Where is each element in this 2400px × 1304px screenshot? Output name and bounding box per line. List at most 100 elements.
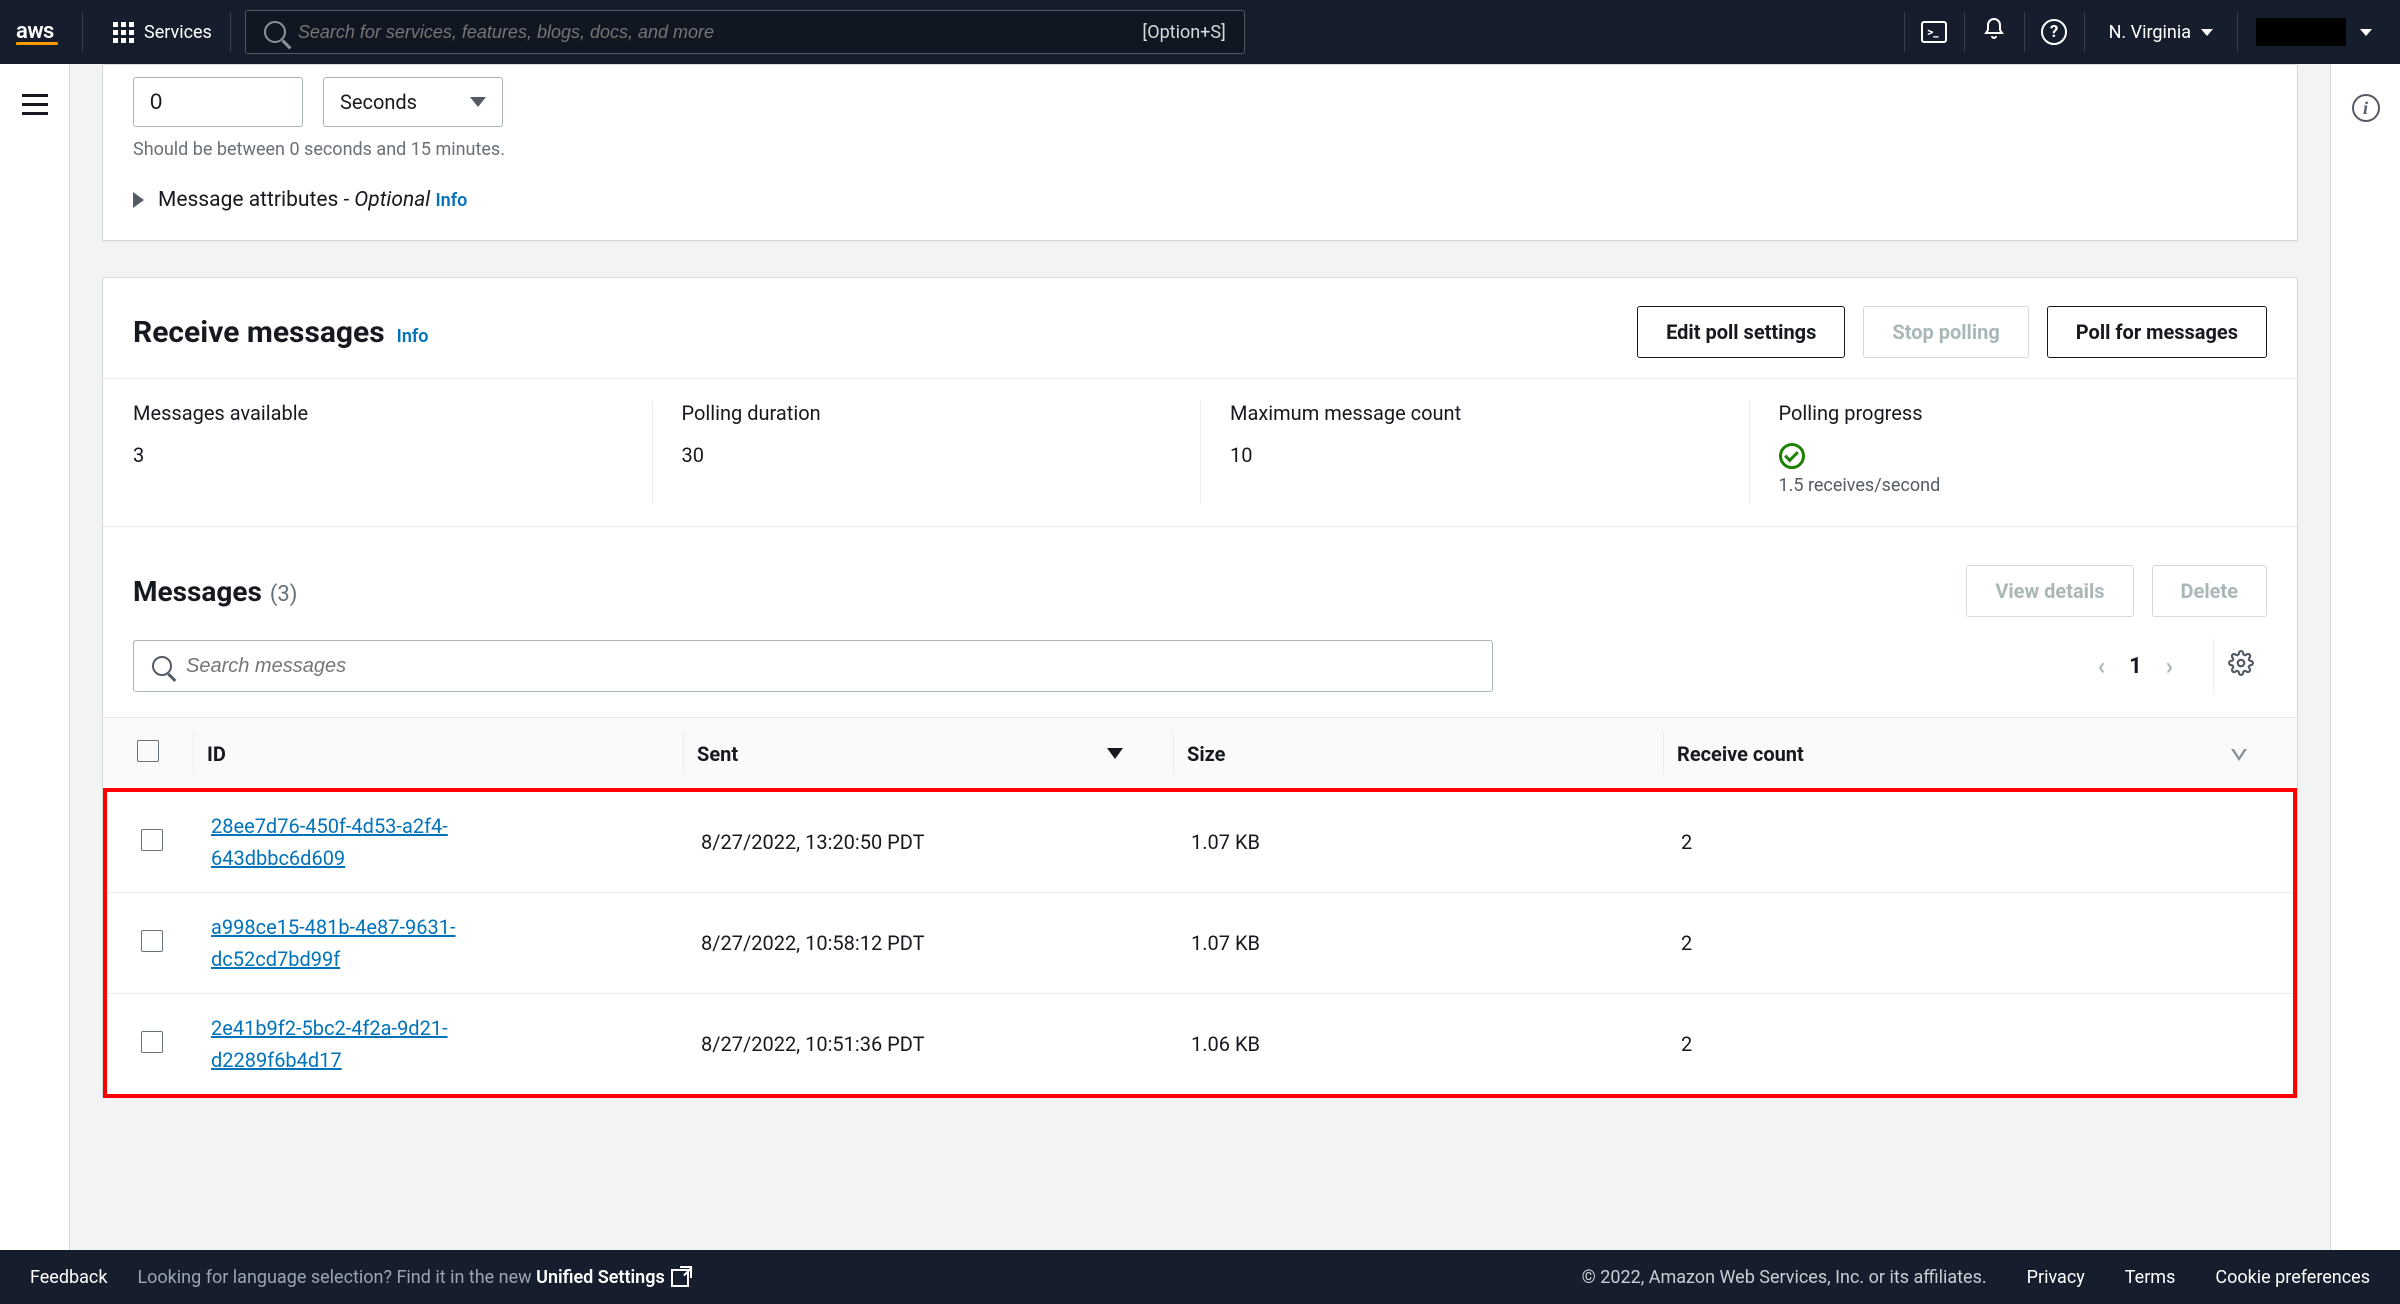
search-shortcut: [Option+S] xyxy=(1142,22,1225,43)
page-prev[interactable]: ‹ xyxy=(2098,652,2106,680)
help-icon: ? xyxy=(2041,19,2067,45)
max-message-count-value: 10 xyxy=(1230,443,1719,467)
view-details-button[interactable]: View details xyxy=(1966,565,2133,617)
message-receive-count: 2 xyxy=(1667,792,2293,893)
attributes-info-link[interactable]: Info xyxy=(435,190,467,211)
region-selector[interactable]: N. Virginia xyxy=(2084,12,2237,52)
messages-search[interactable] xyxy=(133,640,1493,692)
polling-progress-label: Polling progress xyxy=(1779,401,2268,425)
global-search-input[interactable] xyxy=(298,22,1143,43)
max-message-count-label: Maximum message count xyxy=(1230,401,1719,425)
search-icon xyxy=(264,21,286,43)
success-check-icon xyxy=(1779,443,1805,469)
messages-count: (3) xyxy=(270,582,298,607)
receive-info-link[interactable]: Info xyxy=(397,326,429,347)
row-checkbox[interactable] xyxy=(141,829,163,851)
info-icon: i xyxy=(2352,94,2380,122)
nav-right: >_ ? N. Virginia xyxy=(1904,12,2384,52)
cloudshell-icon: >_ xyxy=(1921,21,1947,43)
help-button[interactable]: ? xyxy=(2024,12,2084,52)
poll-for-messages-button[interactable]: Poll for messages xyxy=(2047,306,2267,358)
search-icon xyxy=(152,656,172,676)
region-label: N. Virginia xyxy=(2109,22,2191,43)
column-size[interactable]: Size xyxy=(1173,718,1663,790)
row-checkbox[interactable] xyxy=(141,930,163,952)
table-header-row: ID Sent Size Receive count xyxy=(103,718,2297,790)
help-panel-toggle[interactable]: i xyxy=(2352,94,2380,122)
message-sent: 8/27/2022, 13:20:50 PDT xyxy=(687,792,1177,893)
services-label: Services xyxy=(144,22,212,43)
receive-title: Receive messages xyxy=(133,315,385,350)
message-receive-count: 2 xyxy=(1667,994,2293,1095)
polling-duration-value: 30 xyxy=(682,443,1171,467)
aws-logo[interactable]: aws xyxy=(16,12,83,52)
copyright: © 2022, Amazon Web Services, Inc. or its… xyxy=(1582,1267,1987,1288)
annotation-highlight: 28ee7d76-450f-4d53-a2f4-643dbbc6d609 8/2… xyxy=(103,788,2297,1098)
gear-icon xyxy=(2228,650,2254,683)
chevron-down-icon xyxy=(470,97,486,107)
notifications-button[interactable] xyxy=(1964,12,2024,52)
aws-swoosh-icon xyxy=(16,42,58,45)
message-id-link[interactable]: a998ce15-481b-4e87-9631-dc52cd7bd99f xyxy=(211,915,456,971)
table-row[interactable]: 2e41b9f2-5bc2-4f2a-9d21-d2289f6b4d17 8/2… xyxy=(107,994,2293,1095)
optional-label: - Optional xyxy=(338,188,430,212)
message-size: 1.07 KB xyxy=(1177,792,1667,893)
column-sent-label: Sent xyxy=(697,742,738,766)
table-row[interactable]: 28ee7d76-450f-4d53-a2f4-643dbbc6d609 8/2… xyxy=(107,792,2293,893)
services-menu[interactable]: Services xyxy=(95,12,231,52)
pagination: ‹ 1 › xyxy=(2098,652,2183,680)
attributes-label: Message attributes xyxy=(158,188,338,212)
top-nav: aws Services [Option+S] >_ ? N. Virginia xyxy=(0,0,2400,64)
polling-duration-label: Polling duration xyxy=(682,401,1171,425)
message-id-link[interactable]: 28ee7d76-450f-4d53-a2f4-643dbbc6d609 xyxy=(211,814,448,870)
messages-table: ID Sent Size Receive count xyxy=(103,717,2297,790)
delay-unit-select[interactable]: Seconds xyxy=(323,77,503,127)
feedback-link[interactable]: Feedback xyxy=(30,1267,107,1288)
table-row[interactable]: a998ce15-481b-4e87-9631-dc52cd7bd99f 8/2… xyxy=(107,893,2293,994)
grid-icon xyxy=(113,22,134,43)
column-receive-count[interactable]: Receive count xyxy=(1663,718,2297,790)
stop-polling-button[interactable]: Stop polling xyxy=(1863,306,2028,358)
messages-search-input[interactable] xyxy=(186,655,1474,678)
left-rail xyxy=(0,64,70,1250)
message-attributes-expander[interactable]: Message attributes - Optional Info xyxy=(133,188,2267,212)
message-size: 1.06 KB xyxy=(1177,994,1667,1095)
messages-available-label: Messages available xyxy=(133,401,622,425)
send-message-panel: Seconds Should be between 0 seconds and … xyxy=(102,64,2298,241)
select-all-checkbox[interactable] xyxy=(137,740,159,762)
column-receive-label: Receive count xyxy=(1677,742,1804,766)
polling-progress-value: 1.5 receives/second xyxy=(1779,475,2268,496)
messages-title: Messages xyxy=(133,575,262,608)
message-sent: 8/27/2022, 10:51:36 PDT xyxy=(687,994,1177,1095)
receive-metrics: Messages available 3 Polling duration 30… xyxy=(103,378,2297,527)
cloudshell-button[interactable]: >_ xyxy=(1904,12,1964,52)
footer: Feedback Looking for language selection?… xyxy=(0,1250,2400,1304)
external-link-icon xyxy=(671,1269,689,1287)
page-next[interactable]: › xyxy=(2166,652,2173,680)
account-menu[interactable] xyxy=(2237,12,2384,52)
unified-settings-link[interactable]: Unified Settings xyxy=(536,1267,689,1288)
terms-link[interactable]: Terms xyxy=(2125,1267,2176,1288)
sidebar-toggle[interactable] xyxy=(22,94,48,115)
delay-seconds-input[interactable] xyxy=(133,77,303,127)
column-id[interactable]: ID xyxy=(193,718,683,790)
message-receive-count: 2 xyxy=(1667,893,2293,994)
privacy-link[interactable]: Privacy xyxy=(2027,1267,2085,1288)
right-rail: i xyxy=(2330,64,2400,1250)
message-sent: 8/27/2022, 10:58:12 PDT xyxy=(687,893,1177,994)
chevron-down-icon xyxy=(2360,29,2372,36)
language-hint: Looking for language selection? Find it … xyxy=(137,1267,688,1288)
account-name-redacted xyxy=(2256,18,2346,46)
message-id-link[interactable]: 2e41b9f2-5bc2-4f2a-9d21-d2289f6b4d17 xyxy=(211,1016,448,1072)
main-content: Seconds Should be between 0 seconds and … xyxy=(70,64,2330,1250)
column-sent[interactable]: Sent xyxy=(683,718,1173,790)
chevron-down-icon xyxy=(2201,29,2213,36)
edit-poll-settings-button[interactable]: Edit poll settings xyxy=(1637,306,1845,358)
message-size: 1.07 KB xyxy=(1177,893,1667,994)
global-search[interactable]: [Option+S] xyxy=(245,10,1245,54)
delay-unit-label: Seconds xyxy=(340,90,417,114)
delete-button[interactable]: Delete xyxy=(2152,565,2267,617)
cookie-preferences-link[interactable]: Cookie preferences xyxy=(2215,1267,2370,1288)
row-checkbox[interactable] xyxy=(141,1031,163,1053)
table-settings-button[interactable] xyxy=(2213,639,2267,693)
